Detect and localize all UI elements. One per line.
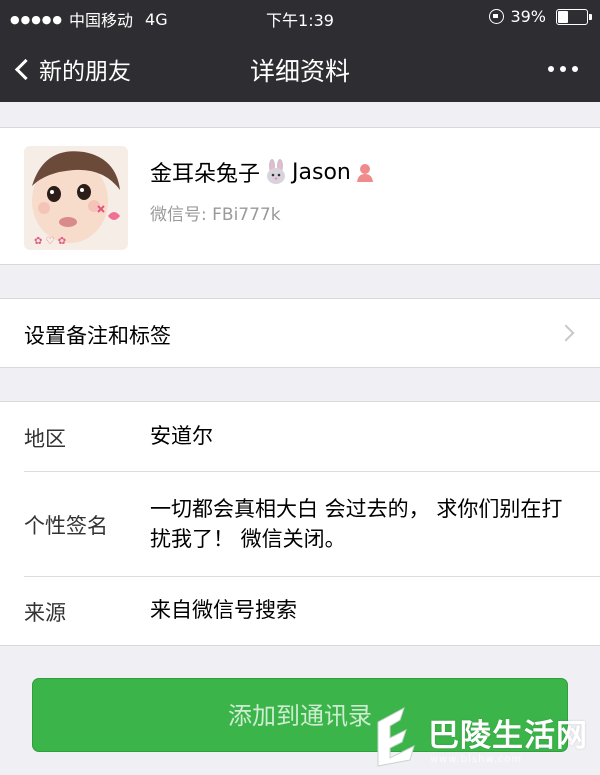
watermark-logo-icon [377,706,415,767]
region-value: 安道尔 [150,424,213,448]
battery-percent: 39% [510,7,546,26]
avatar[interactable]: ✿ ♡ ✿ [24,146,128,250]
more-dot [548,66,554,72]
status-bar: ●●●●● 中国移动 4G 下午1:39 39% [0,0,600,34]
rotation-lock-icon [489,9,505,24]
profile-name: 金耳朵兔子 Jason [150,156,376,188]
region-row: 地区 安道尔 [0,402,600,472]
svg-text:✿ ♡ ✿: ✿ ♡ ✿ [34,236,66,247]
more-dot [560,66,566,72]
signature-value: 一切都会真相大白 会过去的， 求你们别在打扰我了！ 微信关闭。 [150,497,563,551]
source-value: 来自微信号搜索 [150,598,297,622]
name-part1: 金耳朵兔子 [150,162,261,187]
watermark-text: 巴陵生活网 [428,718,588,754]
watermark: 巴陵生活网 www.blshw.com [370,700,600,775]
signature-label: 个性签名 [24,514,108,538]
chevron-right-icon [557,324,575,342]
battery-fill [558,10,569,23]
nav-bar: 新的朋友 详细资料 [0,34,600,102]
battery-icon [556,8,592,25]
more-icon[interactable] [548,66,578,72]
status-right: 39% [489,7,592,26]
info-card: 地区 安道尔 个性签名 一切都会真相大白 会过去的， 求你们别在打扰我了！ 微信… [0,401,600,646]
remark-label: 设置备注和标签 [24,324,171,348]
page-title: 详细资料 [249,57,350,86]
source-row: 来源 来自微信号搜索 [0,577,600,647]
profile-card: ✿ ♡ ✿ 金耳朵兔子 Jason 微信号: FBi777k [0,127,600,265]
region-label: 地区 [24,427,66,451]
name-part2: Jason [292,159,351,185]
wechat-id: 微信号: FBi777k [150,205,281,225]
more-dot [572,66,578,72]
battery-tip [589,13,592,20]
signature-row: 个性签名 一切都会真相大白 会过去的， 求你们别在打扰我了！ 微信关闭。 [0,472,600,576]
female-gender-icon [356,164,373,182]
watermark-url: www.blshw.com [430,754,523,765]
rabbit-icon [267,159,286,184]
remark-tags-row[interactable]: 设置备注和标签 [0,298,600,368]
source-label: 来源 [24,601,66,625]
